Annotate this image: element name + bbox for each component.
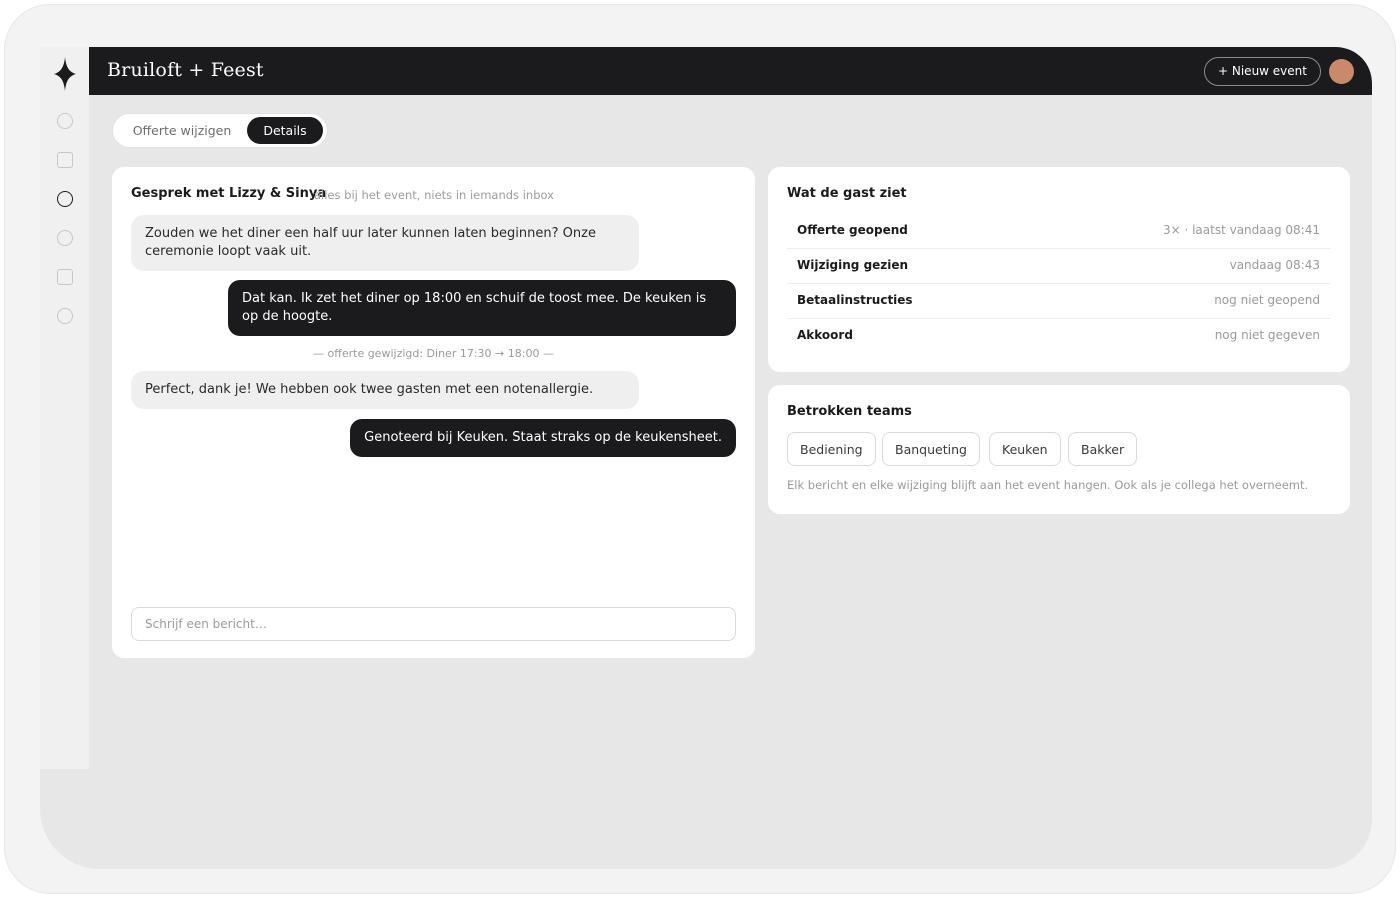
- guest-status-row: Akkoord nog niet gegeven: [787, 319, 1330, 354]
- guest-status-label: Akkoord: [797, 328, 853, 342]
- sidebar-square-icon[interactable]: [57, 269, 73, 285]
- guest-view-title: Wat de gast ziet: [787, 186, 907, 201]
- teams-note: Elk bericht en elke wijziging blijft aan…: [787, 478, 1309, 492]
- segmented-tabs: Offerte wijzigen Details: [112, 113, 328, 148]
- message-input[interactable]: [131, 607, 736, 641]
- team-chip-keuken[interactable]: Keuken: [989, 432, 1061, 466]
- app-brand: Bruiloft + Feest: [107, 59, 264, 81]
- avatar[interactable]: [1329, 59, 1354, 84]
- team-chip-banqueting[interactable]: Banqueting: [882, 432, 980, 466]
- tab-details[interactable]: Details: [247, 117, 323, 144]
- guest-status-label: Offerte geopend: [797, 223, 908, 237]
- message-incoming: Zouden we het diner een half uur later k…: [131, 215, 639, 271]
- logo-icon: [54, 57, 76, 91]
- sidebar: [40, 47, 89, 769]
- system-note: — offerte gewijzigd: Diner 17:30 → 18:00…: [313, 347, 554, 360]
- sidebar-circle-icon-active[interactable]: [57, 191, 73, 207]
- guest-status-value: nog niet gegeven: [1214, 328, 1320, 342]
- guest-status-value: nog niet geopend: [1214, 293, 1320, 307]
- message-outgoing: Dat kan. Ik zet het diner op 18:00 en sc…: [228, 280, 736, 336]
- team-chip-bediening[interactable]: Bediening: [787, 432, 876, 466]
- message-outgoing: Genoteerd bij Keuken. Staat straks op de…: [350, 419, 736, 457]
- team-chip-bakker[interactable]: Bakker: [1068, 432, 1138, 466]
- guest-status-value: 3× · laatst vandaag 08:41: [1162, 223, 1320, 237]
- guest-status-label: Wijziging gezien: [797, 258, 909, 272]
- sidebar-circle-icon[interactable]: [57, 230, 73, 246]
- guest-status-row: Wijziging gezien vandaag 08:43: [787, 249, 1330, 284]
- guest-status-row: Offerte geopend 3× · laatst vandaag 08:4…: [787, 214, 1330, 249]
- message-incoming: Perfect, dank je! We hebben ook twee gas…: [131, 371, 639, 409]
- teams-card: Betrokken teams Bediening Banqueting Keu…: [768, 385, 1350, 514]
- chat-subtitle: alles bij het event, niets in iemands in…: [314, 188, 554, 202]
- teams-title: Betrokken teams: [787, 404, 912, 419]
- top-bar: Bruiloft + Feest + Nieuw event: [89, 47, 1372, 95]
- app-screen: Bruiloft + Feest + Nieuw event Offerte w…: [40, 47, 1372, 869]
- guest-status-row: Betaalinstructies nog niet geopend: [787, 284, 1330, 319]
- sidebar-square-icon[interactable]: [57, 152, 73, 168]
- tab-edit-quote[interactable]: Offerte wijzigen: [119, 117, 245, 144]
- sidebar-circle-icon[interactable]: [57, 113, 73, 129]
- sidebar-circle-icon[interactable]: [57, 308, 73, 324]
- guest-view-card: Wat de gast ziet Offerte geopend 3× · la…: [768, 167, 1350, 372]
- guest-status-label: Betaalinstructies: [797, 293, 913, 307]
- tablet-frame: Bruiloft + Feest + Nieuw event Offerte w…: [4, 4, 1396, 894]
- new-event-button[interactable]: + Nieuw event: [1204, 57, 1321, 86]
- guest-status-value: vandaag 08:43: [1229, 258, 1320, 272]
- chat-card: Gesprek met Lizzy & Sinya alles bij het …: [112, 167, 755, 658]
- chat-title: Gesprek met Lizzy & Sinya: [131, 186, 327, 201]
